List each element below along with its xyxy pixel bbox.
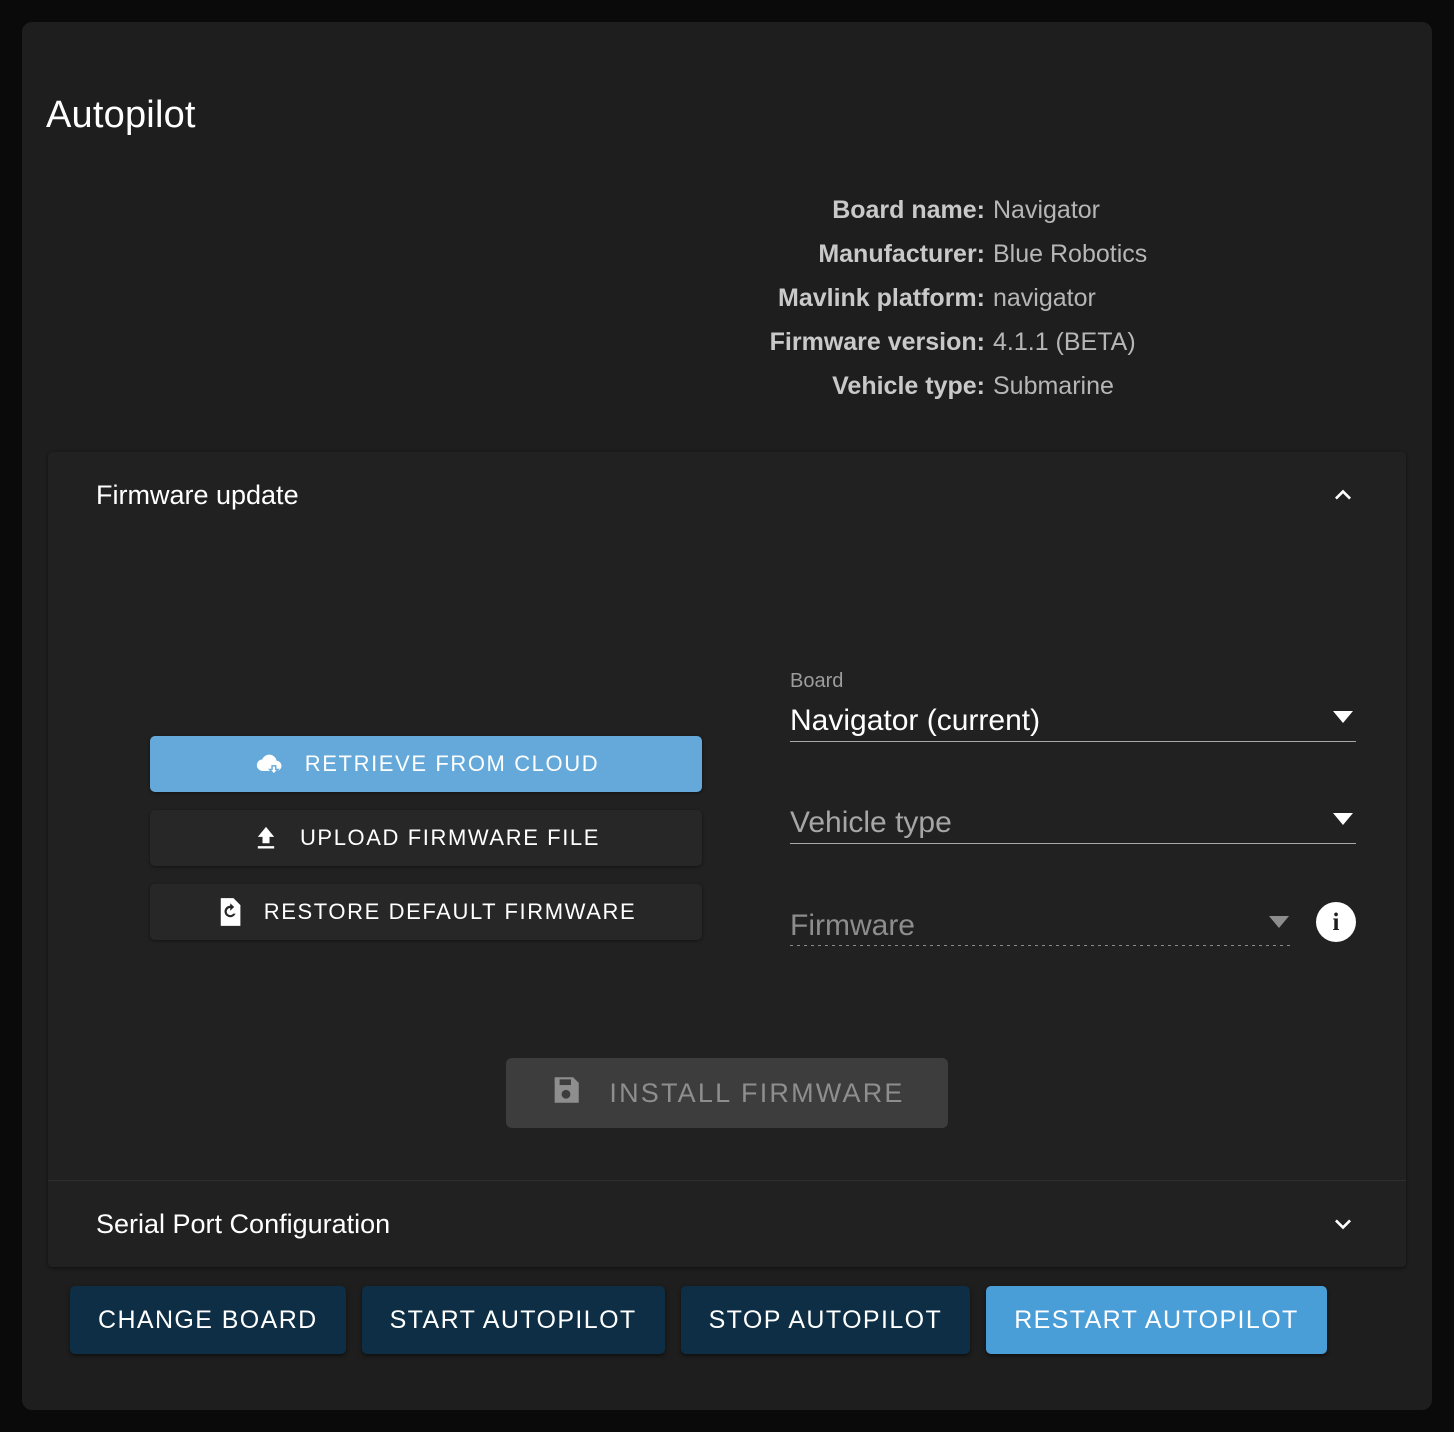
info-key: Firmware version:	[769, 328, 985, 356]
vehicle-type-select-control[interactable]: Vehicle type	[790, 796, 1356, 844]
button-label: UPLOAD FIRMWARE FILE	[299, 825, 601, 850]
board-select-label: Board	[790, 670, 844, 692]
retrieve-from-cloud-button[interactable]: RETRIEVE FROM CLOUD	[150, 736, 702, 792]
file-restore-icon	[216, 897, 244, 927]
stop-autopilot-button[interactable]: STOP AUTOPILOT	[680, 1286, 971, 1354]
panel-title: Serial Port Configuration	[96, 1208, 391, 1239]
firmware-select-control: Firmware	[790, 898, 1292, 946]
upload-icon	[252, 824, 280, 852]
info-row-manufacturer: Manufacturer: Blue Robotics	[285, 232, 1169, 276]
info-value: Submarine	[993, 372, 1114, 400]
button-label: INSTALL FIRMWARE	[609, 1077, 905, 1108]
board-select-value: Navigator (current)	[790, 704, 1041, 737]
install-firmware-button[interactable]: INSTALL FIRMWARE	[506, 1058, 948, 1128]
restore-default-firmware-button[interactable]: RESTORE DEFAULT FIRMWARE	[150, 884, 702, 940]
info-key: Vehicle type:	[832, 372, 985, 400]
info-row-mavlink-platform: Mavlink platform: navigator	[285, 276, 1169, 320]
info-key: Manufacturer:	[818, 240, 985, 268]
expansion-panels: Firmware update RETRIEVE FROM CLOUD UPLO…	[48, 452, 1406, 1267]
button-label: RESTORE DEFAULT FIRMWARE	[263, 899, 637, 924]
info-key: Board name:	[832, 196, 985, 224]
info-row-firmware-version: Firmware version: 4.1.1 (BETA)	[285, 320, 1169, 364]
info-key: Mavlink platform:	[778, 284, 985, 312]
firmware-fields-column: Board Navigator (current) Vehicle type F…	[756, 572, 1358, 1098]
upload-firmware-file-button[interactable]: UPLOAD FIRMWARE FILE	[150, 810, 702, 866]
info-row-vehicle-type: Vehicle type: Submarine	[285, 364, 1169, 408]
panel-header-serial-port-configuration[interactable]: Serial Port Configuration	[48, 1181, 1406, 1267]
firmware-select-row: Firmware i	[790, 898, 1356, 946]
save-icon	[549, 1073, 583, 1114]
panel-title: Firmware update	[96, 479, 299, 510]
panel-body-firmware-update: RETRIEVE FROM CLOUD UPLOAD FIRMWARE FILE	[48, 538, 1406, 1180]
restart-autopilot-button[interactable]: RESTART AUTOPILOT	[986, 1286, 1327, 1354]
cloud-download-icon	[253, 750, 285, 778]
vehicle-type-select-field[interactable]: Vehicle type	[790, 796, 1356, 844]
bottom-action-bar: CHANGE BOARD START AUTOPILOT STOP AUTOPI…	[70, 1286, 1406, 1354]
install-firmware-wrapper: INSTALL FIRMWARE	[96, 1058, 1358, 1138]
board-select-control[interactable]: Navigator (current)	[790, 694, 1356, 742]
info-value: navigator	[993, 284, 1096, 312]
board-select-field[interactable]: Board Navigator (current)	[790, 668, 1356, 742]
vehicle-type-select-value: Vehicle type	[790, 806, 952, 839]
panel-header-firmware-update[interactable]: Firmware update	[48, 452, 1406, 538]
info-row-board-name: Board name: Navigator	[285, 188, 1169, 232]
info-value: Navigator	[993, 196, 1100, 224]
start-autopilot-button[interactable]: START AUTOPILOT	[361, 1286, 665, 1354]
info-badge-glyph: i	[1332, 908, 1340, 936]
firmware-actions-column: RETRIEVE FROM CLOUD UPLOAD FIRMWARE FILE	[96, 572, 756, 1098]
button-label: RETRIEVE FROM CLOUD	[304, 751, 600, 776]
panel-serial-port-configuration: Serial Port Configuration	[48, 1181, 1406, 1267]
firmware-grid: RETRIEVE FROM CLOUD UPLOAD FIRMWARE FILE	[96, 538, 1358, 1098]
info-value: 4.1.1 (BETA)	[993, 328, 1136, 356]
dropdown-arrow-icon[interactable]	[1332, 710, 1354, 729]
firmware-select-field: Firmware	[790, 898, 1292, 946]
panel-firmware-update: Firmware update RETRIEVE FROM CLOUD UPLO…	[48, 452, 1406, 1180]
info-value: Blue Robotics	[993, 240, 1148, 268]
info-icon[interactable]: i	[1316, 902, 1356, 942]
chevron-down-icon[interactable]	[1326, 1207, 1360, 1241]
firmware-select-value: Firmware	[790, 909, 915, 942]
board-info-block: Board name: Navigator Manufacturer: Blue…	[22, 188, 1432, 408]
chevron-up-icon[interactable]	[1326, 478, 1360, 512]
page-title: Autopilot	[46, 94, 196, 136]
change-board-button[interactable]: CHANGE BOARD	[70, 1286, 346, 1354]
dropdown-arrow-icon	[1268, 915, 1290, 934]
dropdown-arrow-icon[interactable]	[1332, 812, 1354, 831]
autopilot-card: Autopilot Board name: Navigator Manufact…	[22, 22, 1432, 1410]
